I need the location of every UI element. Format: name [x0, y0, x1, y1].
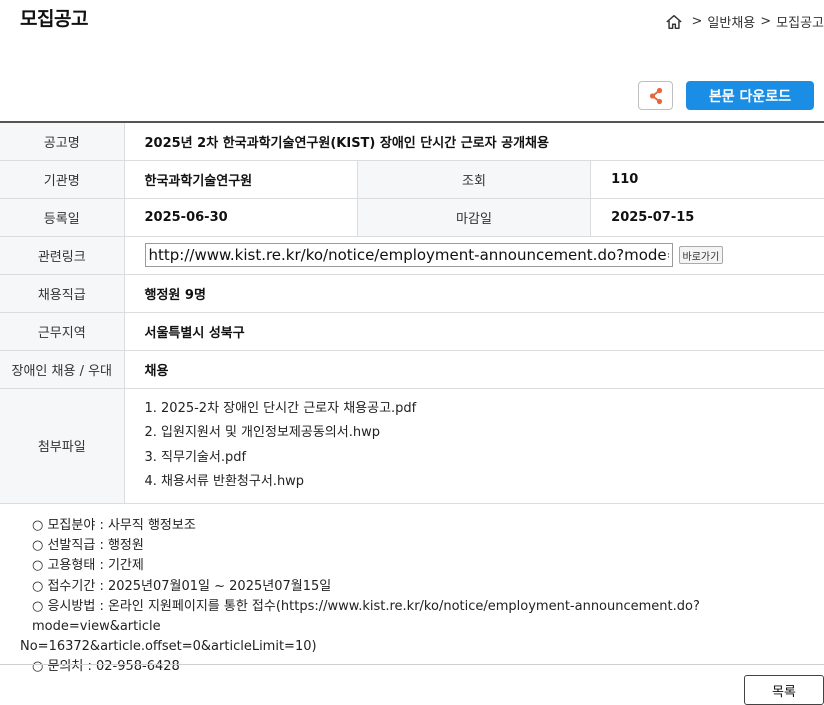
table-row: 첨부파일 1. 2025-2차 장애인 단시간 근로자 채용공고.pdf 2. … — [0, 388, 824, 504]
disabled-hiring-label: 장애인 채용 / 우대 — [0, 350, 125, 389]
body-line: ○ 응시방법 : 온라인 지원페이지를 통한 접수(https://www.ki… — [32, 598, 700, 635]
reg-date-value: 2025-06-30 — [124, 198, 358, 237]
body-line: ○ 문의처 : 02-958-6428 — [32, 659, 180, 675]
title-value: 2025년 2차 한국과학기술연구원(KIST) 장애인 단시간 근로자 공개채… — [124, 122, 824, 161]
body-line: ○ 모집분야 : 사무직 행정보조 — [32, 518, 196, 533]
body-line: ○ 선발직급 : 행정원 — [32, 538, 144, 554]
table-row: 근무지역 서울특별시 성북구 — [0, 312, 824, 351]
deadline-label: 마감일 — [356, 198, 592, 237]
body-line: No=16372&article.offset=0&articleLimit=1… — [20, 639, 317, 655]
attachments-cell: 1. 2025-2차 장애인 단시간 근로자 채용공고.pdf 2. 입원지원서… — [124, 388, 824, 504]
attachment-link[interactable]: 3. 직무기술서.pdf — [145, 446, 824, 471]
position-label: 채용직급 — [0, 274, 125, 313]
body-line: ○ 접수기간 : 2025년07월01일 ~ 2025년07월15일 — [32, 578, 332, 594]
views-label: 조회 — [356, 160, 592, 199]
attachment-link[interactable]: 4. 채용서류 반환청구서.hwp — [145, 470, 824, 495]
breadcrumb: > 일반채용 > 모집공고 — [665, 12, 824, 31]
region-value: 서울특별시 성북구 — [124, 312, 824, 351]
announcement-body: ○ 모집분야 : 사무직 행정보조 ○ 선발직급 : 행정원 ○ 고용형태 : … — [20, 516, 810, 678]
table-row: 관련링크 바로가기 — [0, 236, 824, 275]
table-row: 공고명 2025년 2차 한국과학기술연구원(KIST) 장애인 단시간 근로자… — [0, 122, 824, 161]
reg-date-label: 등록일 — [0, 198, 125, 237]
org-label: 기관명 — [0, 160, 125, 199]
breadcrumb-item-announcements[interactable]: 모집공고 — [776, 12, 824, 31]
page-title: 모집공고 — [20, 8, 88, 30]
related-link-wrap: 바로가기 — [144, 243, 824, 267]
table-row: 등록일 2025-06-30 마감일 2025-07-15 — [0, 198, 824, 237]
breadcrumb-separator: > — [691, 14, 703, 29]
disabled-hiring-value: 채용 — [124, 350, 824, 389]
attachment-link[interactable]: 2. 입원지원서 및 개인정보제공동의서.hwp — [145, 421, 824, 446]
share-button[interactable] — [638, 81, 673, 110]
position-value: 행정원 9명 — [124, 274, 824, 313]
breadcrumb-separator: > — [760, 14, 772, 29]
table-row: 기관명 한국과학기술연구원 조회 110 — [0, 160, 824, 199]
attachments-label: 첨부파일 — [0, 388, 125, 504]
region-label: 근무지역 — [0, 312, 125, 351]
org-value: 한국과학기술연구원 — [124, 160, 358, 199]
attachment-link[interactable]: 1. 2025-2차 장애인 단시간 근로자 채용공고.pdf — [145, 397, 824, 422]
home-icon[interactable] — [665, 13, 683, 31]
table-row: 채용직급 행정원 9명 — [0, 274, 824, 313]
list-button[interactable]: 목록 — [744, 675, 824, 705]
title-label: 공고명 — [0, 122, 125, 161]
attachment-list: 1. 2025-2차 장애인 단시간 근로자 채용공고.pdf 2. 입원지원서… — [145, 391, 824, 501]
announcement-info-table: 공고명 2025년 2차 한국과학기술연구원(KIST) 장애인 단시간 근로자… — [0, 121, 824, 504]
related-link-input[interactable] — [144, 243, 673, 267]
views-value: 110 — [590, 160, 824, 199]
download-body-button[interactable]: 본문 다운로드 — [686, 81, 814, 110]
table-row: 장애인 채용 / 우대 채용 — [0, 350, 824, 389]
related-link-label: 관련링크 — [0, 236, 125, 275]
deadline-value: 2025-07-15 — [590, 198, 824, 237]
share-icon — [649, 87, 662, 104]
breadcrumb-item-general-hiring[interactable]: 일반채용 — [707, 12, 755, 31]
body-line: ○ 고용형태 : 기간제 — [32, 558, 144, 574]
goto-link-button[interactable]: 바로가기 — [678, 246, 724, 264]
divider — [0, 664, 824, 665]
related-link-cell: 바로가기 — [124, 236, 824, 275]
